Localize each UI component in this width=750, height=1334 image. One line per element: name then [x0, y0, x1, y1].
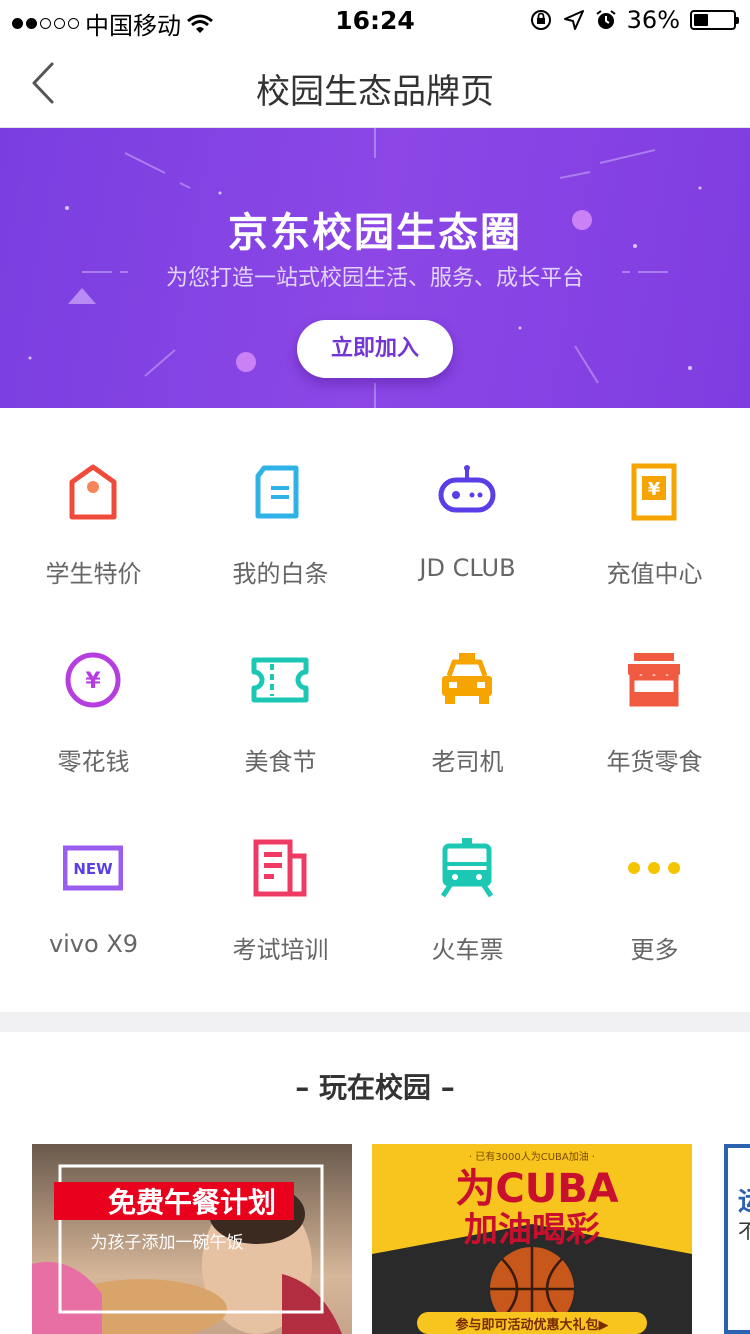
grid-item-baitiao[interactable]: 我的白条: [187, 408, 374, 596]
join-now-button[interactable]: 立即加入: [297, 320, 453, 378]
partial-card-image: 运 不: [738, 1187, 750, 1243]
grid-item-label: vivo X9: [48, 930, 139, 958]
svg-text:¥: ¥: [85, 669, 101, 694]
grid-item-driver[interactable]: 老司机: [374, 596, 561, 784]
svg-text:参与即可活动优惠大礼包▶: 参与即可活动优惠大礼包▶: [456, 1317, 609, 1333]
grid-item-label: 火车票: [431, 936, 504, 964]
grid-item-label: 零花钱: [57, 748, 130, 776]
svg-text:NEW: NEW: [73, 860, 113, 878]
service-grid: 学生特价 我的白条 JD CLUB ¥ 充值中心 ¥ 零花钱 美食节 老司机 年…: [0, 408, 750, 1012]
grid-item-label: JD CLUB: [419, 554, 516, 582]
grid-item-food-festival[interactable]: 美食节: [187, 596, 374, 784]
grid-item-label: 学生特价: [45, 560, 142, 588]
document-icon: [255, 465, 299, 519]
activity-card-free-lunch[interactable]: 免费午餐计划 为孩子添加一碗午饭: [32, 1144, 352, 1334]
battery-icon: [690, 10, 739, 30]
alarm-clock-icon: [596, 10, 616, 29]
banner-title: 京东校园生态圈: [228, 210, 522, 256]
grid-item-student-price[interactable]: 学生特价: [0, 408, 187, 596]
grid-item-more[interactable]: 更多: [561, 784, 748, 972]
status-right: 36%: [529, 6, 739, 34]
price-tag-icon: [69, 464, 117, 520]
svg-text:· 已有3000人为CUBA加油 ·: · 已有3000人为CUBA加油 ·: [469, 1150, 595, 1163]
yuan-card-icon: ¥: [631, 463, 677, 521]
svg-text:不: 不: [738, 1219, 750, 1243]
svg-text:¥: ¥: [648, 479, 661, 500]
section-title: – 玩在校园 –: [295, 1071, 455, 1104]
grid-item-label: 年货零食: [606, 748, 703, 776]
grid-item-label: 充值中心: [606, 560, 703, 588]
svg-text:免费午餐计划: 免费午餐计划: [108, 1186, 276, 1219]
more-dots-icon: [628, 862, 680, 874]
grid-item-label: 美食节: [244, 748, 317, 776]
navigation-bar: 校园生态品牌页: [0, 40, 750, 128]
battery-fill: [694, 14, 708, 26]
banner-subtitle: 为您打造一站式校园生活、服务、成长平台: [165, 266, 584, 291]
yuan-coin-icon: ¥: [65, 652, 121, 708]
grid-item-label: 更多: [630, 936, 679, 964]
grid-item-label: 考试培训: [232, 936, 329, 964]
svg-text:运: 运: [738, 1187, 750, 1217]
cuba-cheer-image: · 已有3000人为CUBA加油 · 为CUBA 加油喝彩 参与即可活动优惠大礼…: [372, 1144, 692, 1334]
status-bar: 中国移动 16:24 36%: [0, 0, 750, 40]
svg-text:加油喝彩: 加油喝彩: [464, 1210, 600, 1250]
train-icon: [440, 838, 494, 898]
grid-item-jd-club[interactable]: JD CLUB: [374, 408, 561, 596]
svg-text:为CUBA: 为CUBA: [455, 1166, 618, 1212]
grid-item-label: 老司机: [431, 748, 504, 776]
promo-banner[interactable]: 京东校园生态圈 为您打造一站式校园生活、服务、成长平台 立即加入: [0, 128, 750, 408]
grid-item-snacks[interactable]: 年货零食: [561, 596, 748, 784]
orientation-lock-icon: [530, 10, 551, 30]
campus-activity-carousel[interactable]: 免费午餐计划 为孩子添加一碗午饭 · 已有3000人为CUBA加油 · 为CUB…: [0, 1144, 750, 1334]
svg-text:为孩子添加一碗午饭: 为孩子添加一碗午饭: [91, 1233, 244, 1253]
ticket-icon: [251, 657, 309, 703]
grid-item-pocket-money[interactable]: ¥ 零花钱: [0, 596, 187, 784]
taxi-icon: [442, 653, 492, 704]
store-icon: [628, 653, 680, 707]
grid-item-recharge[interactable]: ¥ 充值中心: [561, 408, 748, 596]
activity-card-cuba[interactable]: · 已有3000人为CUBA加油 · 为CUBA 加油喝彩 参与即可活动优惠大礼…: [372, 1144, 692, 1334]
activity-card-partial[interactable]: 运 不: [724, 1144, 750, 1334]
newspaper-icon: [253, 839, 307, 897]
location-arrow-icon: [563, 10, 584, 30]
section-divider: [0, 1012, 750, 1032]
free-lunch-image: 免费午餐计划 为孩子添加一碗午饭: [32, 1164, 342, 1334]
new-badge-icon: NEW: [63, 845, 123, 891]
battery-percent: 36%: [626, 6, 680, 34]
grid-item-exam-training[interactable]: 考试培训: [187, 784, 374, 972]
grid-item-train-ticket[interactable]: 火车票: [374, 784, 561, 972]
game-controller-icon: [438, 465, 496, 513]
grid-item-label: 我的白条: [232, 560, 329, 588]
page-title: 校园生态品牌页: [256, 72, 494, 112]
grid-item-vivo-x9[interactable]: NEW vivo X9: [0, 784, 187, 972]
